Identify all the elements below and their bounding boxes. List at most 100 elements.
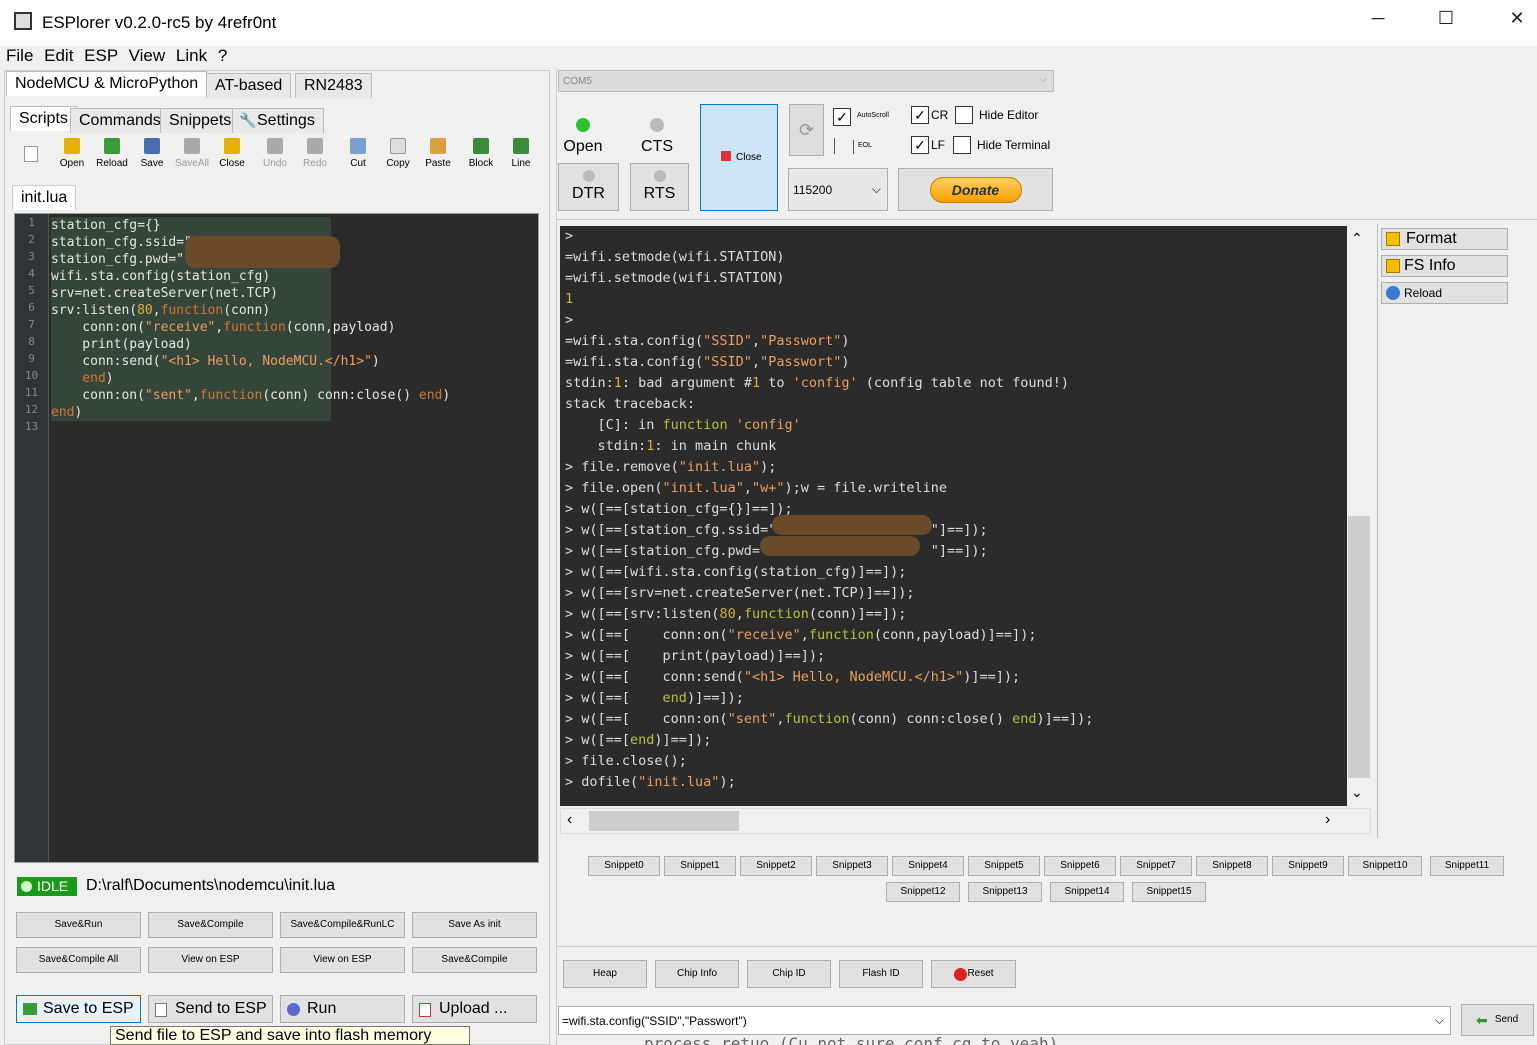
code-editor[interactable]: 1 2 3 4 5 6 7 8 9 10 11 12 13 station_cfg={} station_… [14, 213, 539, 863]
fs-info-button[interactable]: FS Info [1381, 255, 1508, 277]
token: =wifi.setmode(wifi.STATION) [565, 270, 785, 286]
token: , [152, 303, 161, 318]
snippet-button[interactable]: Snippet0 [588, 856, 660, 876]
close-file-button[interactable]: Close [213, 138, 251, 169]
background-window-text: process retuo (Cu not sure conf.cg to ye… [644, 1036, 1344, 1045]
tab-at-based[interactable]: AT-based [206, 73, 292, 98]
snippet-button[interactable]: Snippet3 [816, 856, 888, 876]
view-on-esp-button[interactable]: View on ESP [148, 947, 273, 973]
send-button[interactable]: ⬅ Send [1461, 1004, 1534, 1036]
view-on-esp-button-2[interactable]: View on ESP [280, 947, 405, 973]
reload-fs-button[interactable]: Reload [1381, 282, 1508, 304]
scroll-left-icon[interactable]: ‹ [567, 811, 572, 829]
snippet-button[interactable]: Snippet15 [1132, 882, 1206, 902]
maximize-icon[interactable]: ☐ [1426, 8, 1466, 29]
dtr-button[interactable]: DTR [558, 163, 619, 211]
command-input[interactable]: =wifi.sta.config("SSID","Passwort") ⌵ [558, 1006, 1451, 1035]
upload-label: Upload ... [439, 1000, 508, 1017]
send-to-esp-button[interactable]: Send to ESP [148, 995, 273, 1023]
minimize-icon[interactable]: ─ [1358, 8, 1398, 29]
format-button[interactable]: Format [1381, 228, 1508, 250]
terminal-output[interactable]: > =wifi.setmode(wifi.STATION) =wifi.setmod… [560, 226, 1347, 806]
tab-snippets[interactable]: Snippets [160, 108, 241, 133]
snippet-button[interactable]: Snippet14 [1050, 882, 1124, 902]
flash-id-button[interactable]: Flash ID [839, 960, 923, 988]
baud-select[interactable]: 115200 ⌵ [788, 168, 888, 211]
snippet-button[interactable]: Snippet5 [968, 856, 1040, 876]
menu-link[interactable]: Link [176, 46, 207, 65]
rts-button[interactable]: RTS [630, 163, 689, 211]
save-button[interactable]: Save [133, 138, 171, 169]
terminal-line: > w([==[ end)]==]); [560, 688, 1347, 709]
terminal-hscrollbar[interactable]: ‹ › [560, 808, 1371, 834]
tab-commands[interactable]: Commands [70, 108, 170, 133]
scroll-right-icon[interactable]: › [1325, 811, 1330, 829]
code-line: print(payload) [51, 336, 450, 353]
run-button[interactable]: Run [280, 995, 405, 1023]
save-compile-all-button[interactable]: Save&Compile All [16, 947, 141, 973]
snippet-button[interactable]: Snippet11 [1430, 856, 1504, 876]
redo-button[interactable]: Redo [296, 138, 334, 169]
menu-view[interactable]: View [129, 46, 166, 65]
vscroll-thumb[interactable] [1348, 516, 1370, 778]
reset-button[interactable]: Reset [931, 960, 1016, 988]
snippet-button[interactable]: Snippet8 [1196, 856, 1268, 876]
undo-button[interactable]: Undo [256, 138, 294, 169]
new-file-icon[interactable] [24, 146, 38, 162]
token: [C]: in [565, 417, 663, 433]
cr-checkbox[interactable]: ✓ [911, 106, 929, 124]
upload-button[interactable]: Upload ... [412, 995, 537, 1023]
hide-editor-checkbox[interactable] [955, 106, 973, 124]
menu-esp[interactable]: ESP [84, 46, 118, 65]
token: > w([==[ conn:on( [565, 711, 728, 727]
port-select[interactable]: COM5 ⌵ [558, 70, 1054, 92]
snippet-button[interactable]: Snippet9 [1272, 856, 1344, 876]
snippet-button[interactable]: Snippet7 [1120, 856, 1192, 876]
save-compile-button-2[interactable]: Save&Compile [412, 947, 537, 973]
refresh-ports-icon[interactable]: ⟳ [789, 104, 824, 156]
menu-edit[interactable]: Edit [44, 46, 73, 65]
open-port-button[interactable]: Open [558, 108, 608, 158]
snippet-button[interactable]: Snippet1 [664, 856, 736, 876]
line-button[interactable]: Line [502, 138, 540, 169]
save-compile-runlc-button[interactable]: Save&Compile&RunLC [280, 912, 405, 938]
paste-button[interactable]: Paste [419, 138, 457, 169]
block-button[interactable]: Block [462, 138, 500, 169]
copy-button[interactable]: Copy [379, 138, 417, 169]
heap-button[interactable]: Heap [563, 960, 647, 988]
reload-button[interactable]: Reload [93, 138, 131, 169]
hscroll-thumb[interactable] [589, 811, 739, 831]
chip-info-button[interactable]: Chip Info [655, 960, 739, 988]
donate-button[interactable]: Donate [898, 168, 1053, 211]
open-button[interactable]: Open [53, 138, 91, 169]
save-run-button[interactable]: Save&Run [16, 912, 141, 938]
close-icon[interactable]: ✕ [1497, 8, 1537, 29]
snippet-button[interactable]: Snippet13 [968, 882, 1042, 902]
tab-settings[interactable]: 🔧 Settings [232, 108, 324, 133]
snippet-button[interactable]: Snippet12 [886, 882, 960, 902]
chip-id-button[interactable]: Chip ID [747, 960, 831, 988]
snippet-button[interactable]: Snippet2 [740, 856, 812, 876]
snippet-button[interactable]: Snippet10 [1348, 856, 1422, 876]
save-to-esp-button[interactable]: Save to ESP [16, 995, 141, 1023]
tab-rn2483[interactable]: RN2483 [295, 73, 372, 98]
snippet-button[interactable]: Snippet6 [1044, 856, 1116, 876]
tab-scripts[interactable]: Scripts [10, 106, 77, 131]
autoscroll-checkbox[interactable]: ✓ [833, 108, 851, 126]
menu-file[interactable]: File [6, 46, 33, 65]
terminal-vscrollbar[interactable]: ⌃ ⌄ [1347, 226, 1371, 806]
hide-terminal-checkbox[interactable] [953, 136, 971, 154]
chevron-down-icon-3[interactable]: ⌵ [1435, 1013, 1444, 1028]
scroll-down-icon[interactable]: ⌄ [1351, 784, 1363, 801]
save-as-init-button[interactable]: Save As init [412, 912, 537, 938]
tab-nodemcu[interactable]: NodeMCU & MicroPython [6, 71, 208, 96]
scroll-up-icon[interactable]: ⌃ [1351, 230, 1363, 247]
file-tab-init[interactable]: init.lua [12, 185, 77, 210]
cut-button[interactable]: Cut [339, 138, 377, 169]
close-port-button[interactable]: Close [700, 104, 778, 211]
menu-help[interactable]: ? [218, 46, 227, 65]
saveall-button[interactable]: SaveAll [173, 138, 211, 169]
lf-checkbox[interactable]: ✓ [911, 136, 929, 154]
snippet-button[interactable]: Snippet4 [892, 856, 964, 876]
save-compile-button[interactable]: Save&Compile [148, 912, 273, 938]
